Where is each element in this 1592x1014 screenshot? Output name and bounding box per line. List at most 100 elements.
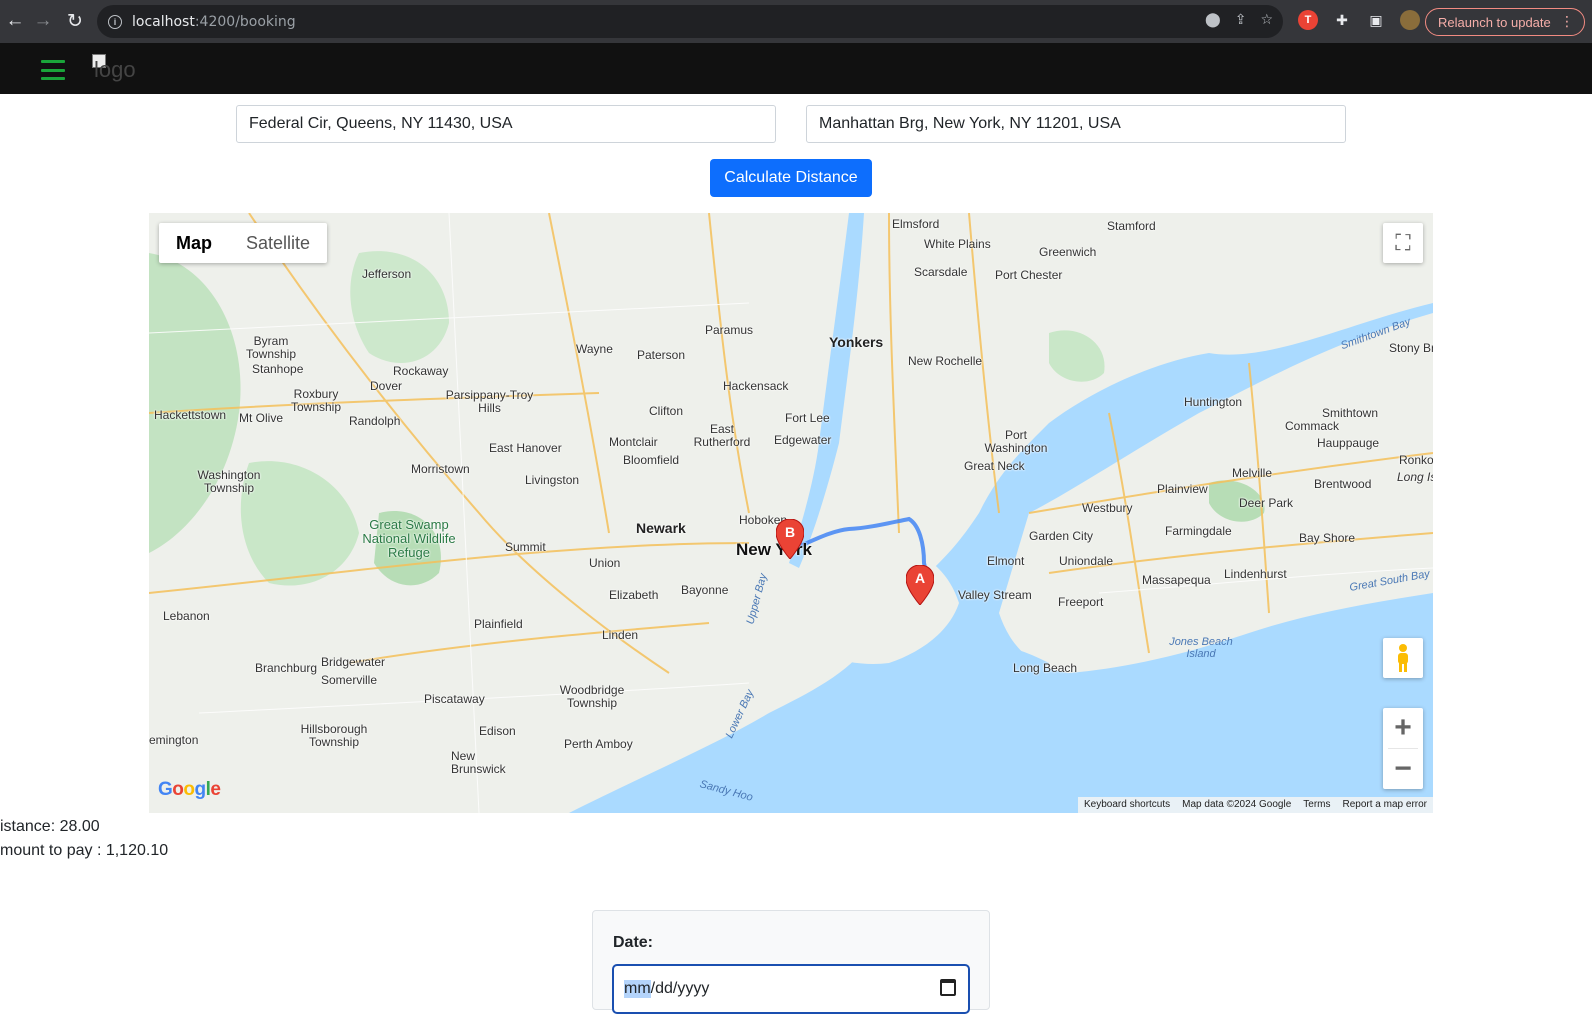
map-label-hackensack: Hackensack: [723, 379, 789, 393]
fullscreen-icon[interactable]: ⛶: [1383, 223, 1423, 263]
map-label-randolph: Randolph: [349, 414, 401, 428]
logo-alt-text: logo: [94, 57, 136, 82]
map-type-control: Map Satellite: [159, 223, 328, 263]
map-label-melville: Melville: [1232, 466, 1273, 480]
url-path: :4200/booking: [194, 13, 296, 30]
map-label-newark: Newark: [636, 520, 686, 536]
map-label-long-beach: Long Beach: [1013, 661, 1078, 675]
map-label-ronkonkoma: Ronko: [1399, 453, 1433, 467]
map-label-paterson: Paterson: [637, 348, 686, 362]
map-type-satellite-button[interactable]: Satellite: [229, 223, 327, 263]
map-type-map-button[interactable]: Map: [159, 223, 229, 263]
forward-icon[interactable]: →: [28, 6, 58, 36]
map-label-white-plains: White Plains: [924, 237, 991, 251]
map-label-woodbridge: Woodbridge Township: [559, 683, 625, 710]
map-label-elizabeth: Elizabeth: [609, 588, 659, 602]
map-label-east-rutherford: East Rutherford: [693, 422, 751, 449]
relaunch-button[interactable]: Relaunch to update ⋮: [1425, 8, 1585, 36]
map-label-branchburg: Branchburg: [255, 661, 318, 675]
map-label-bay-shore: Bay Shore: [1299, 531, 1356, 545]
map-label-hackettstown: Hackettstown: [154, 408, 227, 422]
site-info-icon[interactable]: i: [108, 14, 122, 29]
hamburger-menu-icon[interactable]: [41, 60, 65, 80]
map-label-port-chester: Port Chester: [995, 268, 1063, 282]
map-label-new-brunswick: New Brunswick: [451, 749, 506, 776]
map-label-bridgewater: Bridgewater: [321, 655, 386, 669]
map-label-massapequa: Massapequa: [1142, 573, 1211, 587]
keyboard-shortcuts-link[interactable]: Keyboard shortcuts: [1078, 797, 1176, 813]
app-header: logo: [0, 43, 1592, 94]
map-label-freeport: Freeport: [1058, 595, 1104, 609]
date-month-segment[interactable]: mm: [624, 980, 651, 998]
puzzle-icon[interactable]: ✚: [1332, 10, 1352, 30]
map-label-deer-park: Deer Park: [1239, 496, 1294, 510]
map-label-emington: emington: [149, 733, 199, 747]
map-label-mt-olive: Mt Olive: [239, 411, 284, 425]
terms-link[interactable]: Terms: [1297, 797, 1336, 813]
map-label-livingston: Livingston: [525, 473, 580, 487]
map-label-washington-twp: Washington Township: [197, 468, 261, 495]
map-label-edgewater: Edgewater: [774, 433, 832, 447]
date-input[interactable]: mm/dd/yyyy: [612, 964, 970, 1014]
map-label-hauppauge: Hauppauge: [1317, 436, 1380, 450]
map-label-scarsdale: Scarsdale: [914, 265, 968, 279]
profile-avatar[interactable]: [1400, 10, 1420, 30]
map-label-roxbury: Roxbury Township: [290, 387, 342, 414]
google-logo[interactable]: Google: [158, 779, 221, 801]
map-data-text: Map data ©2024 Google: [1182, 799, 1292, 810]
calendar-icon[interactable]: [940, 979, 956, 996]
zoom-in-icon[interactable]: +: [1383, 708, 1423, 748]
map-label-plainfield: Plainfield: [474, 617, 523, 631]
browser-toolbar: ← → ↻ i localhost:4200/booking ⬤ ⇪ ☆ T ✚…: [0, 0, 1592, 43]
report-map-error-link[interactable]: Report a map error: [1337, 797, 1433, 813]
map-label-elmsford: Elmsford: [892, 217, 940, 231]
map-label-dover: Dover: [370, 379, 403, 393]
map-label-byram: Byram Township: [245, 334, 297, 361]
map-label-union: Union: [589, 556, 621, 570]
origin-input[interactable]: Federal Cir, Queens, NY 11430, USA: [236, 105, 776, 143]
calculate-distance-button[interactable]: Calculate Distance: [710, 159, 872, 197]
map-label-wayne: Wayne: [576, 342, 613, 356]
back-icon[interactable]: ←: [0, 6, 30, 36]
map-label-perth-amboy: Perth Amboy: [564, 737, 633, 751]
share-icon[interactable]: ⇪: [1235, 11, 1247, 28]
map-label-linden: Linden: [602, 628, 639, 642]
map-label-jones-beach: Jones Beach Island: [1169, 636, 1233, 660]
url-host: localhost: [132, 13, 195, 30]
destination-input[interactable]: Manhattan Brg, New York, NY 11201, USA: [806, 105, 1346, 143]
extension-icon[interactable]: T: [1298, 10, 1318, 30]
address-bar[interactable]: i localhost:4200/booking ⬤ ⇪ ☆: [97, 5, 1283, 38]
zoom-out-icon[interactable]: −: [1383, 749, 1423, 789]
map-label-rockaway: Rockaway: [393, 364, 449, 378]
map-label-summit: Summit: [505, 540, 546, 554]
map-label-smithtown: Smithtown: [1322, 406, 1379, 420]
zoom-control: + −: [1383, 708, 1423, 789]
reload-icon[interactable]: ↻: [60, 6, 90, 36]
map-label-parsippany: Parsippany-Troy Hills: [445, 388, 534, 415]
map-label-hillsborough: Hillsborough Township: [300, 722, 368, 749]
map-label-lindenhurst: Lindenhurst: [1224, 567, 1287, 581]
side-panel-icon[interactable]: ▣: [1366, 10, 1386, 30]
map-label-montclair: Montclair: [609, 435, 658, 449]
map-label-uniondale: Uniondale: [1059, 554, 1114, 568]
logo[interactable]: logo: [92, 52, 162, 82]
date-rest-segment[interactable]: /dd/yyyy: [651, 980, 710, 998]
map-label-paramus: Paramus: [705, 323, 754, 337]
url-text: localhost:4200/booking: [132, 14, 296, 30]
pegman-icon[interactable]: [1383, 638, 1423, 678]
star-icon[interactable]: ☆: [1260, 11, 1273, 28]
map-label-huntington: Huntington: [1184, 395, 1243, 409]
map-label-fort-lee: Fort Lee: [785, 411, 830, 425]
map-label-great-neck: Great Neck: [964, 459, 1025, 473]
menu-dots-icon[interactable]: ⋮: [1560, 13, 1574, 30]
map-label-edison: Edison: [479, 724, 516, 738]
map-label-great-swamp: Great Swamp National Wildlife Refuge: [362, 517, 456, 560]
map-label-plainview: Plainview: [1157, 482, 1208, 496]
location-icon[interactable]: ⬤: [1205, 11, 1221, 28]
map-view[interactable]: New York Newark Yonkers Paterson Elizabe…: [149, 213, 1433, 813]
map-attribution: Keyboard shortcuts Map data ©2024 Google…: [1077, 797, 1433, 813]
map-label-clifton: Clifton: [649, 404, 684, 418]
map-label-westbury: Westbury: [1082, 501, 1133, 515]
map-label-brentwood: Brentwood: [1314, 477, 1372, 491]
map-label-valley-stream: Valley Stream: [958, 588, 1032, 602]
